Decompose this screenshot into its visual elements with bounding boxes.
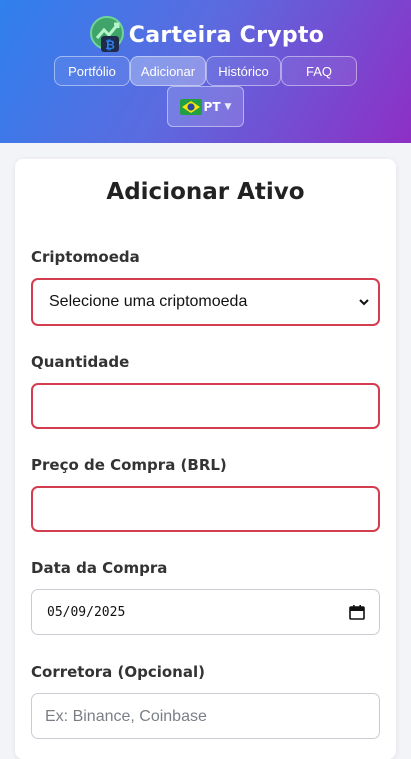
- calendar-icon[interactable]: [349, 604, 365, 620]
- crypto-select-value: Selecione uma criptomoeda: [49, 293, 248, 310]
- quantity-input[interactable]: [31, 383, 380, 429]
- wallet-logo-icon: ₿: [89, 16, 124, 52]
- crypto-select[interactable]: Selecione uma criptomoeda: [31, 278, 380, 326]
- date-label: Data da Compra: [31, 559, 168, 577]
- svg-text:₿: ₿: [105, 38, 115, 52]
- broker-placeholder: Ex: Binance, Coinbase: [45, 708, 207, 725]
- price-label: Preço de Compra (BRL): [31, 456, 227, 474]
- nav-add-button[interactable]: Adicionar: [130, 56, 206, 86]
- brazil-flag-icon: [179, 98, 202, 115]
- chevron-down-icon: [359, 299, 369, 306]
- language-code: PT: [203, 99, 221, 114]
- main-nav: Portfólio Adicionar Histórico FAQ: [54, 56, 357, 86]
- quantity-label: Quantidade: [31, 353, 130, 371]
- nav-history-button[interactable]: Histórico: [206, 56, 281, 86]
- nav-portfolio-button[interactable]: Portfólio: [54, 56, 130, 86]
- chevron-down-icon: ▼: [224, 101, 232, 112]
- app-title: Carteira Crypto: [128, 22, 325, 48]
- nav-faq-button[interactable]: FAQ: [281, 56, 357, 86]
- crypto-label: Criptomoeda: [31, 248, 140, 266]
- app-header: ₿ Carteira Crypto Portfólio Adicionar Hi…: [0, 0, 411, 143]
- broker-label: Corretora (Opcional): [31, 663, 205, 681]
- add-asset-card: Adicionar Ativo Criptomoeda Selecione um…: [15, 159, 396, 759]
- page-title: Adicionar Ativo: [106, 179, 305, 205]
- date-input[interactable]: 05/09/2025: [31, 589, 380, 635]
- language-selector[interactable]: PT ▼: [167, 86, 244, 127]
- brand: ₿ Carteira Crypto: [0, 14, 411, 56]
- price-input[interactable]: [31, 486, 380, 532]
- date-value: 05/09/2025: [47, 604, 126, 620]
- broker-input[interactable]: Ex: Binance, Coinbase: [31, 693, 380, 739]
